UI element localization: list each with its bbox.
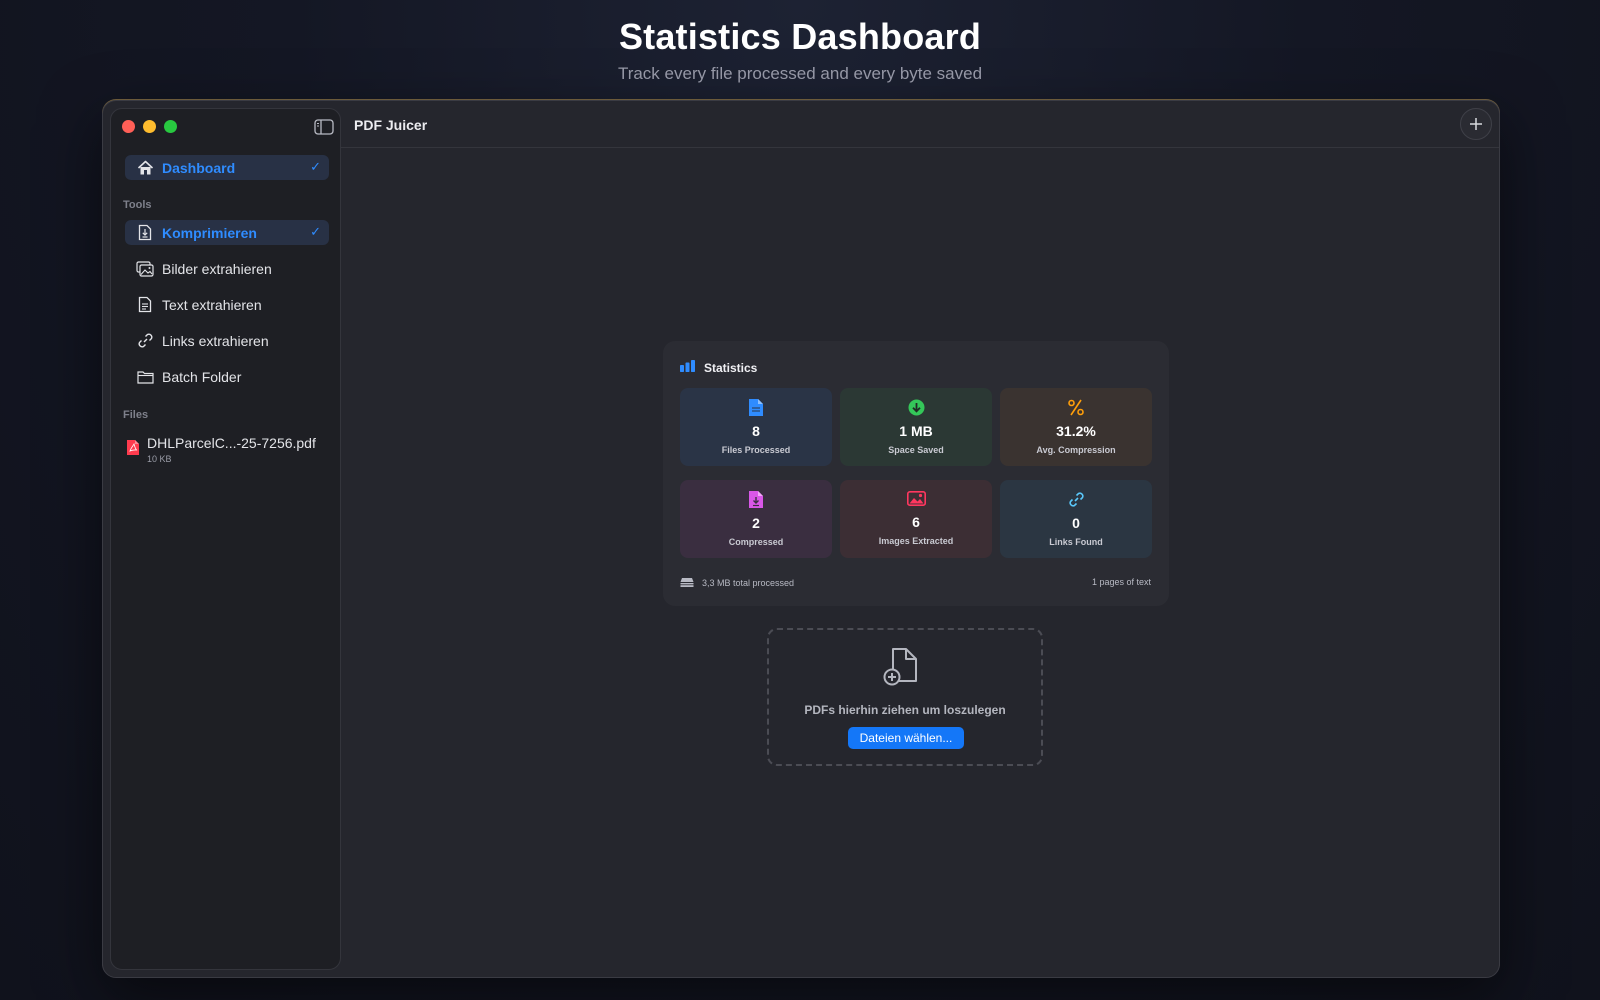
drive-icon — [680, 577, 694, 588]
images-icon — [136, 260, 154, 278]
stat-value: 0 — [1072, 515, 1080, 531]
arrow-down-circle-icon — [840, 399, 992, 417]
checkmark-icon: ✓ — [310, 224, 321, 239]
plus-icon — [1470, 118, 1482, 130]
sidebar-item-label: Text extrahieren — [162, 296, 262, 313]
drop-zone[interactable]: PDFs hierhin ziehen um loszulegen Dateie… — [767, 628, 1043, 766]
stat-value: 2 — [752, 515, 760, 531]
document-text-icon — [136, 296, 154, 314]
stat-value: 1 MB — [899, 423, 933, 439]
document-compress-icon — [136, 224, 154, 242]
stat-label: Space Saved — [888, 445, 944, 455]
drop-zone-text: PDFs hierhin ziehen um loszulegen — [804, 703, 1006, 717]
folder-icon — [136, 368, 154, 386]
app-title: PDF Juicer — [354, 117, 428, 133]
photo-icon — [840, 491, 992, 509]
tools-section-label: Tools — [123, 199, 152, 211]
house-icon — [136, 159, 154, 177]
sidebar-item-label: Batch Folder — [162, 368, 242, 385]
app-window: Dashboard ✓ Tools Komprimieren ✓ Bilder … — [102, 100, 1500, 978]
stat-label: Compressed — [728, 537, 784, 547]
sidebar-item-label: Bilder extrahieren — [162, 260, 272, 277]
close-window-button[interactable] — [122, 120, 135, 133]
zoom-window-button[interactable] — [164, 120, 177, 133]
chart-bar-icon — [680, 359, 696, 377]
sidebar-item-label: Komprimieren — [162, 224, 257, 241]
stat-tile-avg-compression: 31.2% Avg. Compression — [1000, 388, 1152, 466]
file-list-item[interactable]: DHLParcelC...-25-7256.pdf 10 KB — [125, 435, 329, 465]
sidebar-item-batch-folder[interactable]: Batch Folder — [125, 364, 329, 389]
pages-of-text: 1 pages of text — [1091, 577, 1151, 587]
toolbar: PDF Juicer — [341, 101, 1499, 148]
sidebar-item-dashboard[interactable]: Dashboard ✓ — [125, 155, 329, 180]
document-icon — [680, 399, 832, 417]
file-name: DHLParcelC...-25-7256.pdf — [147, 435, 316, 451]
sidebar-item-links-extrahieren[interactable]: Links extrahieren — [125, 328, 329, 353]
add-button[interactable] — [1460, 108, 1492, 140]
statistics-card: Statistics 8 Files Processed 1 MB Space … — [663, 341, 1169, 606]
checkmark-icon: ✓ — [310, 159, 321, 174]
stat-tile-compressed: 2 Compressed — [680, 480, 832, 558]
page-subtitle: Track every file processed and every byt… — [617, 64, 983, 83]
stat-label: Files Processed — [721, 445, 791, 455]
stat-label: Images Extracted — [878, 536, 954, 546]
percent-icon — [1000, 399, 1152, 417]
stat-label: Links Found — [1049, 537, 1103, 547]
choose-files-button[interactable]: Dateien wählen... — [848, 727, 964, 749]
link-icon — [136, 332, 154, 350]
sidebar-toggle-icon[interactable] — [314, 119, 334, 135]
stat-label: Avg. Compression — [1036, 445, 1116, 455]
sidebar-item-bilder-extrahieren[interactable]: Bilder extrahieren — [125, 256, 329, 281]
stat-tile-links-found: 0 Links Found — [1000, 480, 1152, 558]
statistics-header: Statistics — [680, 359, 757, 377]
minimize-window-button[interactable] — [143, 120, 156, 133]
stat-tile-images-extracted: 6 Images Extracted — [840, 480, 992, 558]
stat-value: 8 — [752, 423, 760, 439]
stat-tile-space-saved: 1 MB Space Saved — [840, 388, 992, 466]
document-add-icon — [883, 647, 919, 692]
sidebar-item-label: Links extrahieren — [162, 332, 269, 349]
files-section-label: Files — [123, 409, 149, 421]
sidebar-item-komprimieren[interactable]: Komprimieren ✓ — [125, 220, 329, 245]
pdf-file-icon — [127, 440, 139, 460]
total-processed: 3,3 MB total processed — [680, 577, 794, 588]
link-icon — [1000, 491, 1152, 509]
sidebar-item-text-extrahieren[interactable]: Text extrahieren — [125, 292, 329, 317]
stat-value: 31.2% — [1056, 423, 1096, 439]
document-compress-icon — [680, 491, 832, 509]
stat-tile-files-processed: 8 Files Processed — [680, 388, 832, 466]
sidebar: Dashboard ✓ Tools Komprimieren ✓ Bilder … — [110, 108, 341, 970]
stat-value: 6 — [912, 514, 920, 530]
file-size: 10 KB — [147, 454, 172, 464]
sidebar-item-label: Dashboard — [162, 159, 236, 176]
total-processed-text: 3,3 MB total processed — [702, 577, 795, 588]
page-title: Statistics Dashboard — [618, 16, 982, 57]
statistics-title: Statistics — [704, 361, 758, 375]
